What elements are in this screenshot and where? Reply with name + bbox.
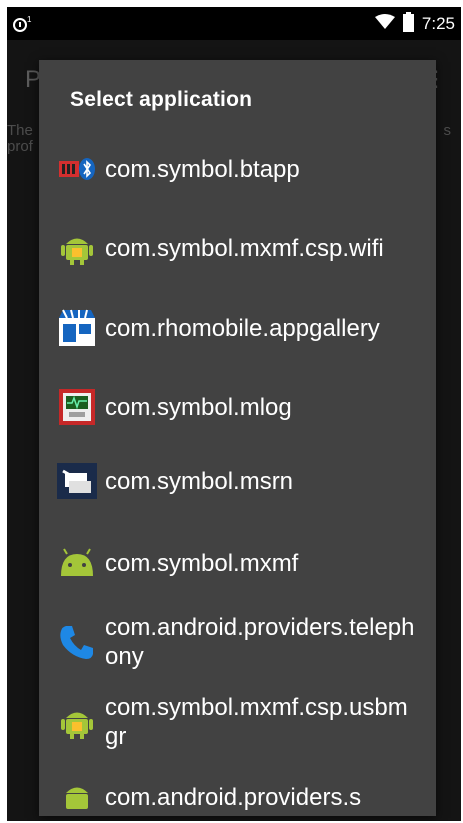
clock: 7:25 xyxy=(421,14,455,33)
mlog-icon xyxy=(57,387,97,427)
list-item[interactable]: com.android.providers.s xyxy=(39,766,436,816)
android-icon xyxy=(57,543,97,583)
list-item-label: com.symbol.mlog xyxy=(105,393,292,421)
list-item[interactable]: com.symbol.btapp xyxy=(39,138,436,200)
list-item-label: com.symbol.mxmf.csp.wifi xyxy=(105,234,384,262)
bluetooth-app-icon xyxy=(57,149,97,189)
list-item[interactable]: com.rhomobile.appgallery xyxy=(39,290,436,366)
android-package-icon xyxy=(57,228,97,268)
background-text: s xyxy=(443,122,452,139)
wifi-icon xyxy=(374,13,395,35)
android-package-icon xyxy=(57,702,97,742)
phone-icon xyxy=(57,622,97,662)
notification-icon: 1 xyxy=(11,14,33,34)
battery-icon xyxy=(402,11,414,37)
dialog-title: Select application xyxy=(70,88,253,111)
list-item[interactable]: com.symbol.mxmf.csp.usbmgr xyxy=(39,684,436,760)
list-item[interactable]: com.symbol.mxmf xyxy=(39,532,436,594)
list-item[interactable]: com.symbol.mlog xyxy=(39,376,436,438)
background-text: prof xyxy=(7,138,33,155)
list-item-label: com.rhomobile.appgallery xyxy=(105,314,380,342)
list-item-label: com.symbol.btapp xyxy=(105,155,300,183)
list-item[interactable]: com.symbol.msrn xyxy=(39,450,436,512)
application-list[interactable]: com.symbol.btapp com.symbol.mxmf.csp.wif… xyxy=(39,138,436,816)
status-bar: 1 7:25 xyxy=(7,7,461,40)
list-item-label: com.symbol.mxmf xyxy=(105,549,299,577)
list-item-label: com.android.providers.telephony xyxy=(105,614,415,670)
list-item-label: com.symbol.mxmf.csp.usbmgr xyxy=(105,694,408,750)
android-package-icon xyxy=(57,777,97,816)
device-screen: 1 7:25 P ⋮ The prof s Select application xyxy=(7,7,461,821)
msrn-icon xyxy=(57,461,97,501)
svg-text:1: 1 xyxy=(27,15,32,24)
list-item-label: com.symbol.msrn xyxy=(105,467,294,495)
list-item-label: com.android.providers.s xyxy=(105,783,362,811)
background-text: The xyxy=(7,122,33,139)
select-application-dialog: Select application com.symbol.btapp com.… xyxy=(39,60,436,816)
app-gallery-icon xyxy=(57,308,97,348)
list-item[interactable]: com.android.providers.telephony xyxy=(39,604,436,680)
list-item[interactable]: com.symbol.mxmf.csp.wifi xyxy=(39,210,436,286)
